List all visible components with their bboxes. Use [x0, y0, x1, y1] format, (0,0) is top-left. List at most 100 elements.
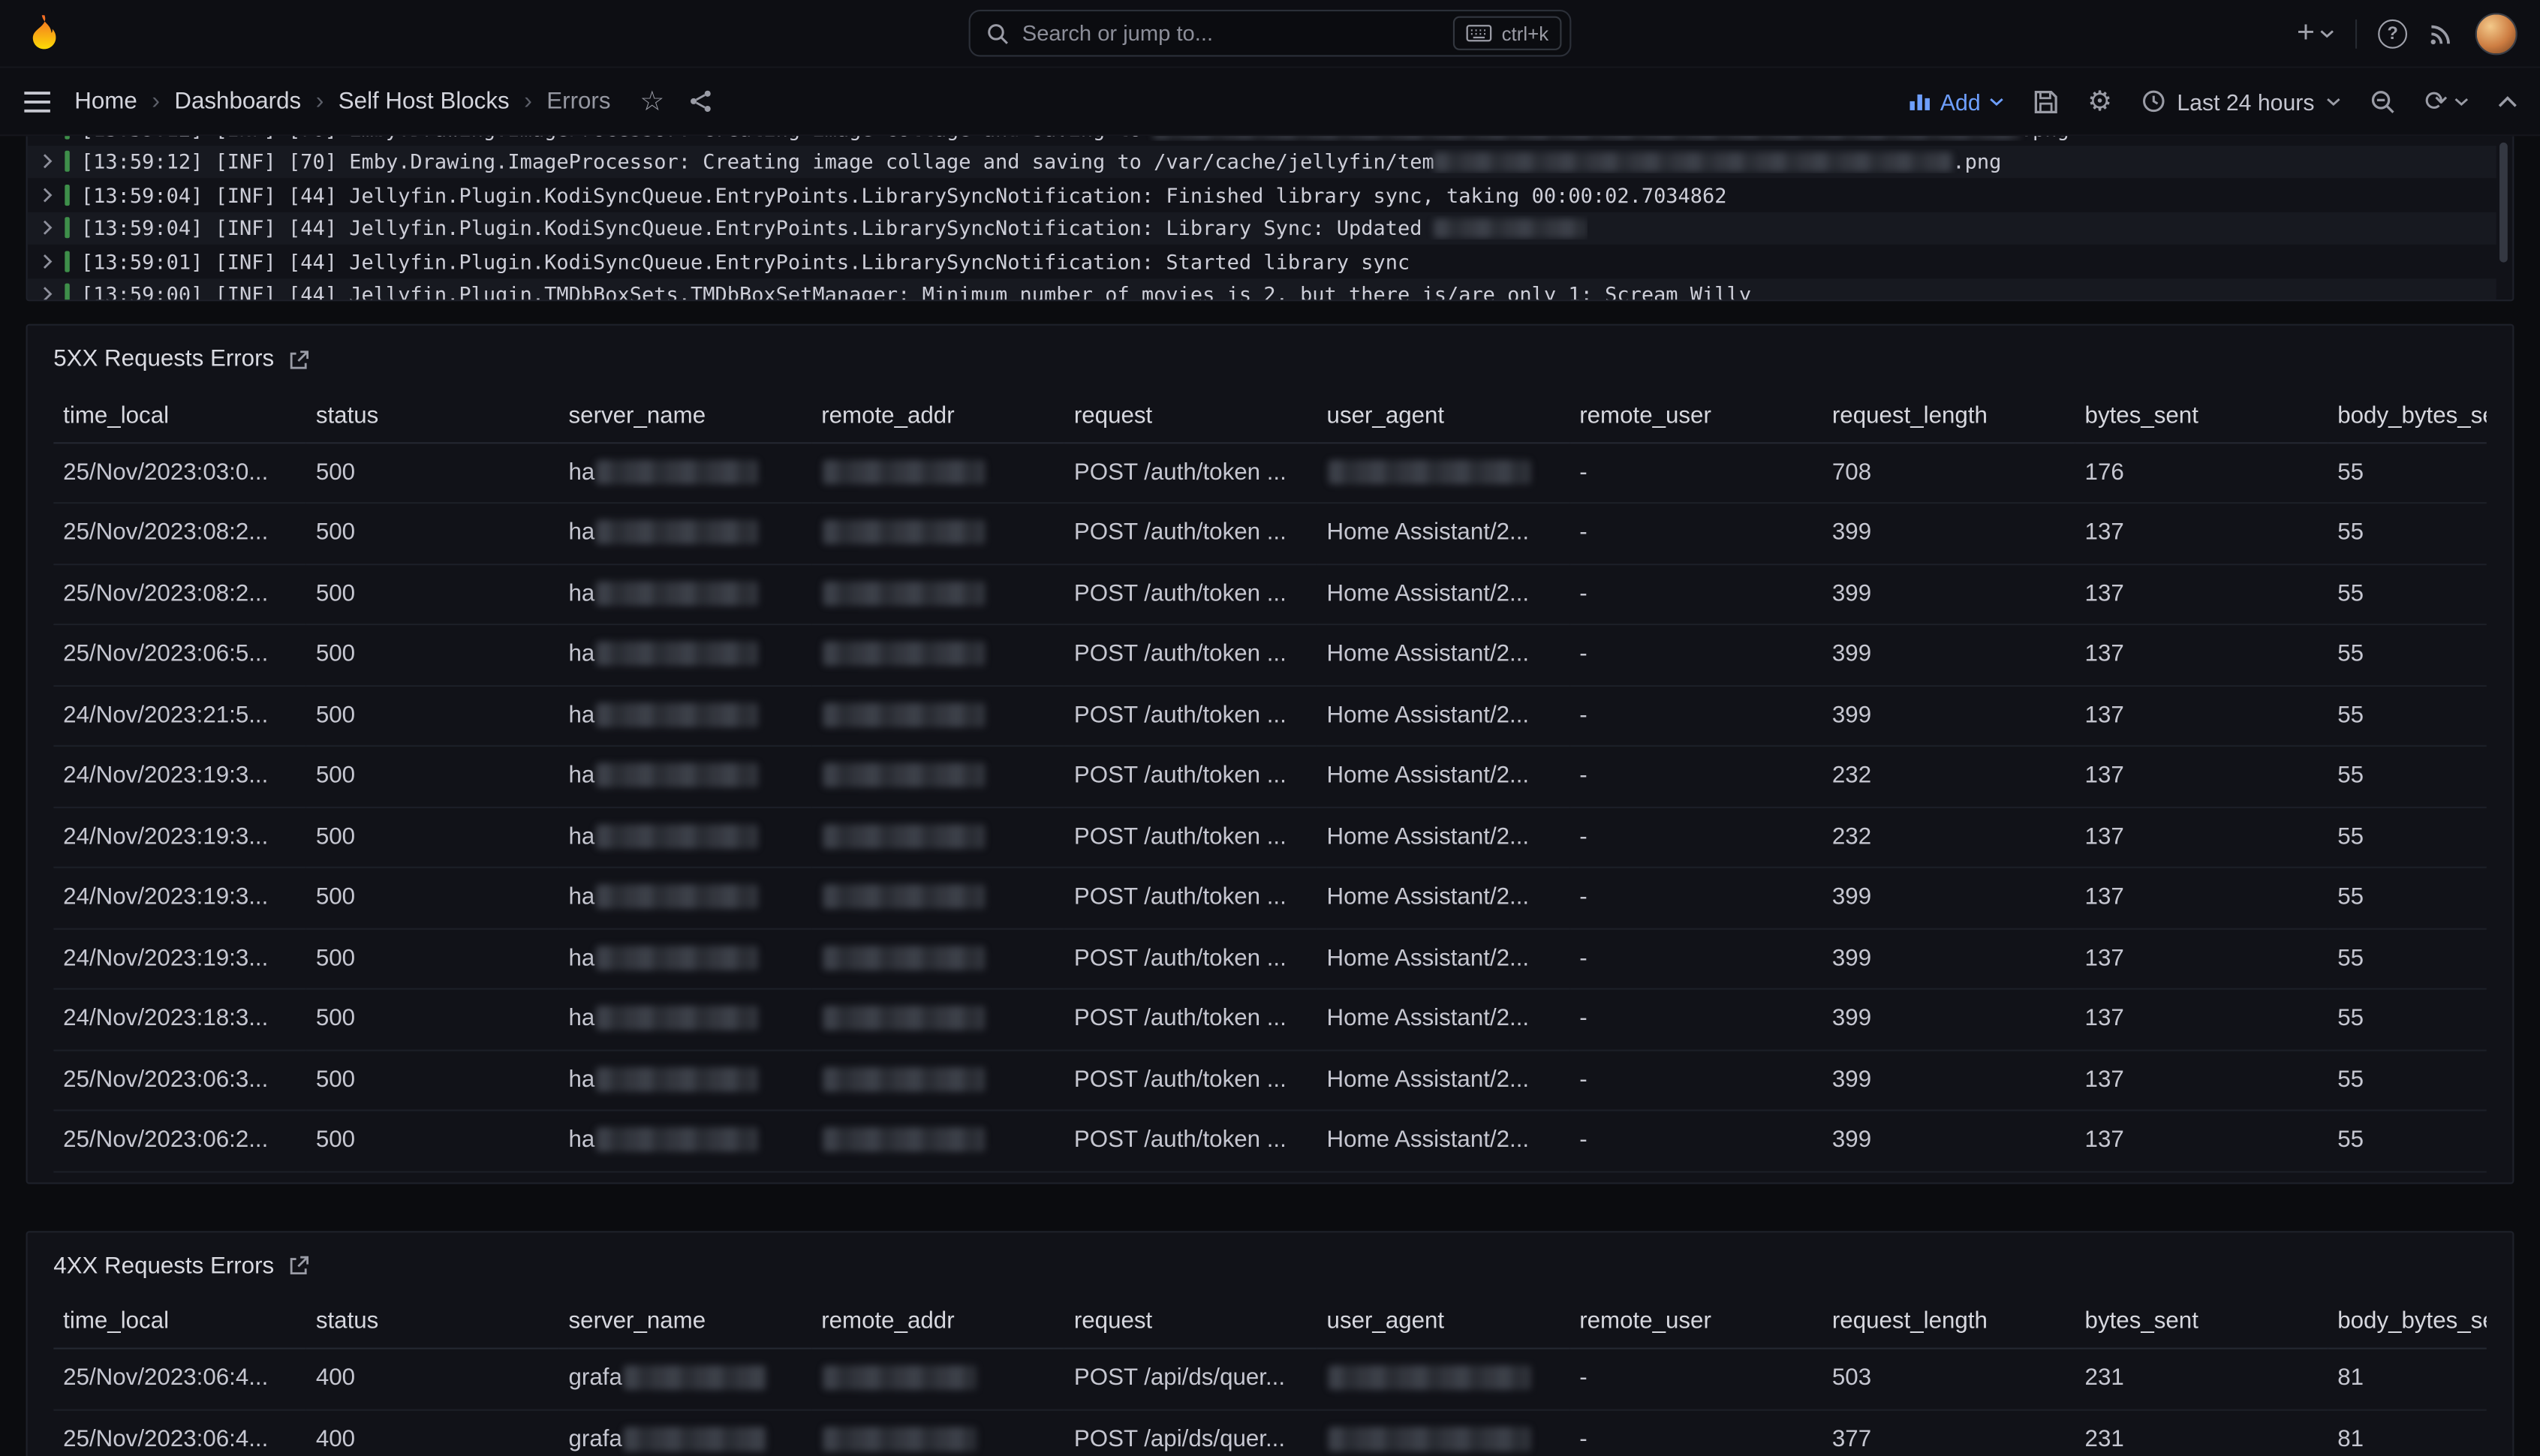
- table-cell: 399: [1822, 868, 2075, 928]
- redacted-value: [597, 520, 759, 544]
- expand-chevron-icon[interactable]: [42, 186, 53, 204]
- add-panel-button[interactable]: Add: [1908, 89, 2003, 115]
- save-dashboard-button[interactable]: [2033, 89, 2059, 115]
- column-header-status[interactable]: status: [306, 390, 559, 442]
- column-header-time_local[interactable]: time_local: [53, 1297, 306, 1349]
- column-header-server_name[interactable]: server_name: [559, 1297, 812, 1349]
- log-line[interactable]: [13:59:12] [INF] [70] Emby.Drawing.Image…: [28, 136, 2496, 145]
- table-cell: 137: [2075, 746, 2328, 807]
- redacted-value: [597, 824, 759, 848]
- breadcrumb-self-host-blocks[interactable]: Self Host Blocks: [339, 89, 510, 115]
- column-header-server_name[interactable]: server_name: [559, 390, 812, 442]
- expand-chevron-icon[interactable]: [42, 252, 53, 270]
- share-button[interactable]: [689, 89, 713, 113]
- column-header-request_length[interactable]: request_length: [1822, 390, 2075, 442]
- table-header-row: time_localstatusserver_nameremote_addrre…: [53, 390, 2487, 442]
- table-cell: 377: [1822, 1409, 2075, 1456]
- user-menu-button[interactable]: [2475, 12, 2517, 54]
- redacted-value: [823, 885, 985, 909]
- time-range-picker[interactable]: Last 24 hours: [2141, 89, 2340, 115]
- table-row: 25/Nov/2023:03:0...500haPOST /auth/token…: [53, 442, 2487, 503]
- new-menu-button[interactable]: +: [2297, 18, 2334, 49]
- table-row: 24/Nov/2023:19:3...500haPOST /auth/token…: [53, 807, 2487, 868]
- panel-external-link-button[interactable]: [289, 349, 310, 370]
- redacted-value: [1329, 1366, 1531, 1390]
- grafana-logo[interactable]: [23, 11, 66, 55]
- favorite-button[interactable]: ☆: [640, 88, 664, 116]
- plus-icon: +: [2297, 18, 2315, 49]
- avatar: [2475, 12, 2517, 54]
- panel-title[interactable]: 4XX Requests Errors: [53, 1253, 274, 1279]
- table-cell: 231: [2075, 1409, 2328, 1456]
- column-header-request[interactable]: request: [1064, 390, 1317, 442]
- table-body: 25/Nov/2023:06:4...400grafaPOST /api/ds/…: [53, 1349, 2487, 1456]
- panel-title[interactable]: 5XX Requests Errors: [53, 347, 274, 373]
- table-cell: 500: [306, 746, 559, 807]
- panel-5xx-requests-errors: 5XX Requests Errors time_localstatusserv…: [26, 324, 2514, 1184]
- table-cell: 500: [306, 685, 559, 746]
- table-cell: Home Assistant/2...: [1317, 564, 1570, 624]
- log-line[interactable]: [13:59:12] [INF] [70] Emby.Drawing.Image…: [28, 145, 2496, 178]
- zoom-out-time-button[interactable]: [2370, 89, 2396, 115]
- column-header-request_length[interactable]: request_length: [1822, 1297, 2075, 1349]
- table-cell: [811, 1049, 1064, 1110]
- column-header-user_agent[interactable]: user_agent: [1317, 1297, 1570, 1349]
- table-cell: POST /auth/token ...: [1064, 1049, 1317, 1110]
- dashboard-toolbar: Home › Dashboards › Self Host Blocks › E…: [0, 68, 2540, 137]
- expand-chevron-icon[interactable]: [42, 285, 53, 301]
- dashboard-quick-actions: ☆: [640, 88, 713, 116]
- help-button[interactable]: ?: [2378, 19, 2407, 48]
- table-cell: Home Assistant/2...: [1317, 685, 1570, 746]
- table-cell: 137: [2075, 624, 2328, 685]
- redacted-value: [1329, 459, 1531, 483]
- collapse-toolbar-button[interactable]: [2498, 95, 2517, 107]
- log-line[interactable]: [13:59:00] [INF] [44] Jellyfin.Plugin.TM…: [28, 278, 2496, 301]
- table-4xx: time_localstatusserver_nameremote_addrre…: [53, 1297, 2487, 1456]
- column-header-body_bytes_se[interactable]: body_bytes_se: [2328, 390, 2486, 442]
- table-cell: ha: [559, 503, 812, 564]
- column-header-remote_user[interactable]: remote_user: [1569, 1297, 1822, 1349]
- panel-4xx-requests-errors: 4XX Requests Errors time_localstatusserv…: [26, 1230, 2514, 1456]
- log-line[interactable]: [13:59:01] [INF] [44] Jellyfin.Plugin.Ko…: [28, 245, 2496, 278]
- column-header-remote_user[interactable]: remote_user: [1569, 390, 1822, 442]
- expand-chevron-icon[interactable]: [42, 152, 53, 170]
- log-line[interactable]: [13:59:04] [INF] [44] Jellyfin.Plugin.Ko…: [28, 212, 2496, 245]
- news-button[interactable]: [2428, 20, 2454, 47]
- table-5xx: time_localstatusserver_nameremote_addrre…: [53, 390, 2487, 1172]
- table-cell: [811, 1409, 1064, 1456]
- expand-chevron-icon[interactable]: [42, 136, 53, 137]
- shortcut-label: ctrl+k: [1502, 22, 1549, 44]
- column-header-remote_addr[interactable]: remote_addr: [811, 390, 1064, 442]
- column-header-status[interactable]: status: [306, 1297, 559, 1349]
- log-line[interactable]: [13:59:04] [INF] [44] Jellyfin.Plugin.Ko…: [28, 178, 2496, 211]
- table-cell: ha: [559, 928, 812, 989]
- log-message: [13:59:12] [INF] [70] Emby.Drawing.Image…: [81, 136, 2069, 140]
- column-header-request[interactable]: request: [1064, 1297, 1317, 1349]
- search-input[interactable]: Search or jump to... ctrl+k: [969, 10, 1572, 57]
- table-cell: grafa: [559, 1409, 812, 1456]
- mega-menu-button[interactable]: [23, 90, 52, 113]
- dashboard-controls: Add ⚙ Last 24 hours: [1908, 88, 2517, 116]
- column-header-bytes_sent[interactable]: bytes_sent: [2075, 1297, 2328, 1349]
- table-cell: [811, 989, 1064, 1050]
- column-header-user_agent[interactable]: user_agent: [1317, 390, 1570, 442]
- breadcrumb-dashboards[interactable]: Dashboards: [174, 89, 301, 115]
- column-header-time_local[interactable]: time_local: [53, 390, 306, 442]
- breadcrumb-home[interactable]: Home: [74, 89, 137, 115]
- table-cell: 55: [2328, 503, 2486, 564]
- table-cell: 399: [1822, 1110, 2075, 1171]
- panel-external-link-button[interactable]: [289, 1256, 310, 1277]
- column-header-body_bytes_se[interactable]: body_bytes_se: [2328, 1297, 2486, 1349]
- refresh-button[interactable]: ⟳: [2424, 88, 2469, 116]
- scrollbar-thumb[interactable]: [2499, 143, 2508, 263]
- table-cell: 137: [2075, 1049, 2328, 1110]
- expand-chevron-icon[interactable]: [42, 219, 53, 237]
- dashboard-settings-button[interactable]: ⚙: [2087, 88, 2112, 116]
- column-header-bytes_sent[interactable]: bytes_sent: [2075, 390, 2328, 442]
- table-cell: [1317, 1349, 1570, 1409]
- redacted-value: [597, 581, 759, 605]
- column-header-remote_addr[interactable]: remote_addr: [811, 1297, 1064, 1349]
- table-cell: ha: [559, 685, 812, 746]
- table-cell: -: [1569, 1409, 1822, 1456]
- hamburger-icon: [23, 90, 52, 113]
